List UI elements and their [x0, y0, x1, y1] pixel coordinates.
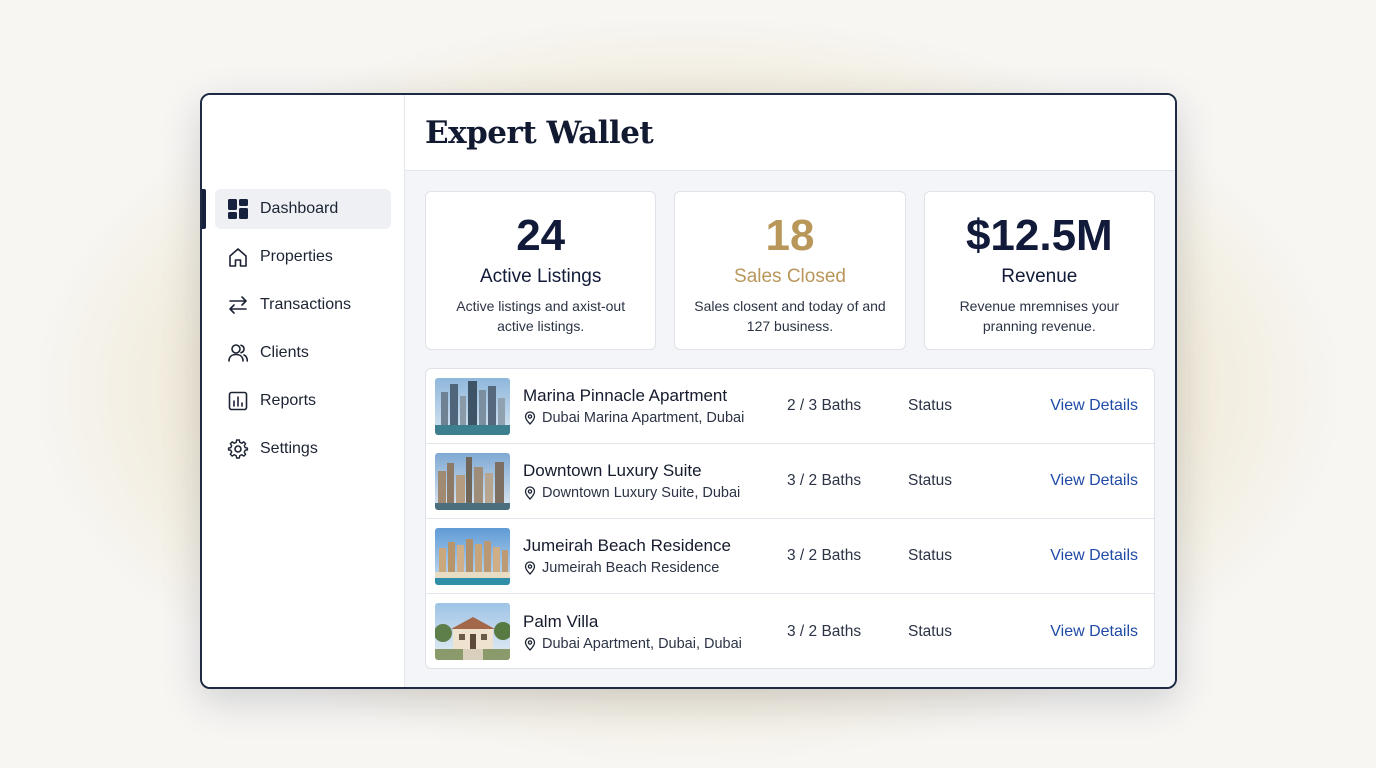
baths-count: 3 / 2 Baths [787, 622, 862, 640]
stat-label: Revenue [1001, 266, 1078, 287]
sidebar-item-clients[interactable]: Clients [215, 333, 391, 373]
listings-table: Marina Pinnacle Apartment Dubai Marina A… [425, 368, 1155, 669]
baths-count: 3 / 2 Baths [787, 547, 862, 564]
status-text: Status [908, 397, 952, 414]
location-text: Downtown Luxury Suite, Dubai [542, 485, 741, 501]
location-pin-icon [524, 636, 536, 651]
stat-label: Sales Closed [734, 266, 846, 287]
transfer-arrows-icon [227, 294, 249, 316]
stat-value: 24 [516, 211, 566, 260]
view-details-link[interactable]: View Details [1050, 547, 1138, 565]
view-details-link[interactable]: View Details [1050, 397, 1138, 415]
dashboard-icon [227, 198, 249, 220]
bar-chart-icon [227, 390, 249, 412]
stat-description: Active listings and axist-out active lis… [456, 298, 626, 334]
view-details-link[interactable]: View Details [1050, 472, 1138, 490]
view-details-link[interactable]: View Details [1050, 623, 1138, 641]
property-location: Dubai Marina Apartment, Dubai [523, 410, 773, 426]
table-row[interactable]: Palm Villa Dubai Apartment, Dubai, Dubai… [426, 594, 1154, 668]
listing-info: Downtown Luxury Suite Downtown Luxury Su… [523, 461, 773, 501]
sidebar-nav: Dashboard Properties Transactions Client… [202, 189, 404, 477]
villa-photo [435, 603, 510, 660]
listing-info: Marina Pinnacle Apartment Dubai Marina A… [523, 386, 773, 426]
status-text: Status [908, 622, 952, 640]
sidebar-item-reports[interactable]: Reports [215, 381, 391, 421]
app-title: Expert Wallet [425, 114, 654, 151]
table-row[interactable]: Marina Pinnacle Apartment Dubai Marina A… [426, 369, 1154, 444]
sidebar-item-transactions[interactable]: Transactions [215, 285, 391, 325]
baths-count: 3 / 2 Baths [787, 472, 862, 489]
listing-info: Palm Villa Dubai Apartment, Dubai, Dubai [523, 612, 773, 652]
location-text: Dubai Marina Apartment, Dubai [542, 410, 745, 426]
location-text: Jumeirah Beach Residence [542, 560, 720, 576]
downtown-skyline-photo [435, 452, 510, 510]
location-text: Dubai Apartment, Dubai, Dubai [542, 635, 742, 652]
sidebar-item-label: Reports [260, 392, 317, 409]
property-name: Marina Pinnacle Apartment [523, 386, 728, 405]
location-pin-icon [524, 411, 536, 425]
users-icon [227, 342, 249, 364]
sidebar-item-label: Properties [260, 248, 333, 265]
beach-towers-photo [435, 527, 510, 585]
table-row[interactable]: Jumeirah Beach Residence Jumeirah Beach … [426, 519, 1154, 594]
property-name: Palm Villa [523, 611, 599, 631]
stat-value: $12.5M [965, 211, 1113, 260]
property-name: Jumeirah Beach Residence [523, 536, 731, 555]
baths-count: 2 / 3 Baths [787, 397, 862, 414]
sidebar: Dashboard Properties Transactions Client… [202, 95, 405, 687]
property-location: Dubai Apartment, Dubai, Dubai [523, 636, 773, 652]
location-pin-icon [524, 486, 536, 500]
status-text: Status [908, 472, 952, 489]
property-location: Downtown Luxury Suite, Dubai [523, 485, 773, 501]
status-text: Status [908, 547, 952, 564]
location-pin-icon [524, 561, 536, 575]
app-window: Dashboard Properties Transactions Client… [200, 93, 1177, 689]
sidebar-item-dashboard[interactable]: Dashboard [202, 189, 391, 229]
listing-info: Jumeirah Beach Residence Jumeirah Beach … [523, 536, 773, 576]
property-name: Downtown Luxury Suite [523, 461, 702, 480]
sidebar-item-label: Clients [260, 344, 309, 361]
stat-label: Active Listings [479, 266, 602, 287]
home-icon [227, 246, 249, 268]
gear-icon [227, 438, 249, 460]
sidebar-item-label: Settings [260, 440, 318, 457]
marina-towers-photo [435, 377, 510, 435]
table-row[interactable]: Downtown Luxury Suite Downtown Luxury Su… [426, 444, 1154, 519]
sidebar-item-label: Transactions [260, 296, 351, 313]
stat-description: Revenue mremnises your pranning revenue. [959, 298, 1120, 334]
topbar: Expert Wallet [405, 95, 1175, 171]
sidebar-item-label: Dashboard [260, 200, 339, 217]
stats-row: 24 Active Listings Active listings and a… [425, 191, 1155, 350]
stat-card-active-listings: 24 Active Listings Active listings and a… [425, 191, 657, 350]
main-content: Expert Wallet 24 Active Listings Active … [405, 95, 1175, 687]
stat-value: 18 [765, 211, 815, 260]
stat-description: Sales closent and today of and 127 busin… [694, 298, 886, 334]
stat-card-sales-closed: 18 Sales Closed Sales closent and today … [674, 191, 906, 350]
property-location: Jumeirah Beach Residence [523, 560, 773, 576]
stat-card-revenue: $12.5M Revenue Revenue mremnises your pr… [923, 191, 1155, 350]
sidebar-item-settings[interactable]: Settings [215, 429, 391, 469]
sidebar-item-properties[interactable]: Properties [215, 237, 391, 277]
